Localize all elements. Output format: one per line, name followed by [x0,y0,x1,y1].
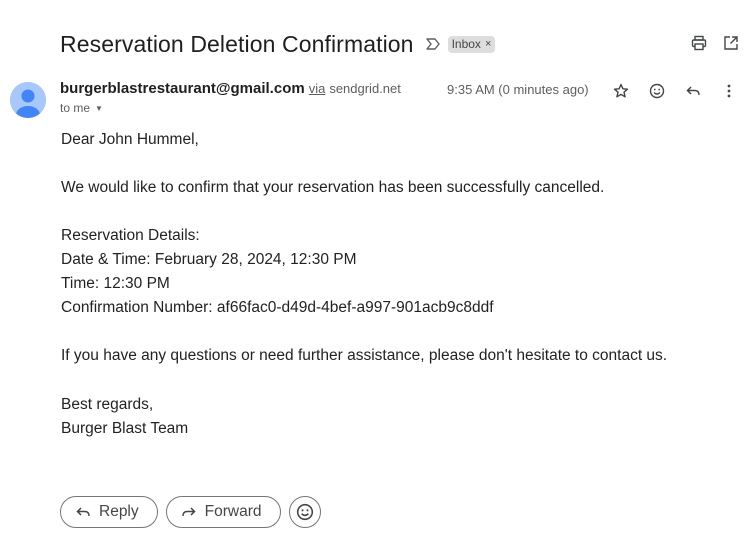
default-avatar-icon [10,82,46,118]
via-link[interactable]: via [309,81,326,96]
reply-button-label: Reply [99,503,139,520]
reply-button[interactable]: Reply [60,496,158,528]
print-icon[interactable] [690,34,708,52]
details-heading: Reservation Details: [61,227,200,244]
date-time-text: Date & Time: February 28, 2024, 12:30 PM [61,251,357,268]
star-icon[interactable] [612,82,630,100]
chevron-down-icon[interactable]: ▼ [95,104,103,113]
compose-actions: Reply Forward [60,496,321,528]
message-actions [612,82,738,100]
inbox-label-text: Inbox [451,36,481,51]
sender-row: burgerblastrestaurant@gmail.com via send… [60,80,401,97]
sender-email[interactable]: burgerblastrestaurant@gmail.com [60,80,305,97]
open-in-new-window-icon[interactable] [722,34,740,52]
inbox-label-chip[interactable]: Inbox × [447,35,496,53]
sender-avatar[interactable] [10,82,46,118]
remove-label-icon[interactable]: × [485,38,491,50]
reply-icon [76,507,90,517]
subject-row: Reservation Deletion Confirmation Inbox … [60,28,496,60]
thread-actions [690,34,740,52]
emoji-reaction-icon[interactable] [648,82,666,100]
recipient-row[interactable]: to me ▼ [60,101,103,115]
reply-icon[interactable] [684,82,702,100]
forward-icon [181,507,196,517]
confirmation-number-text: Confirmation Number: af66fac0-d49d-4bef-… [61,299,494,316]
emoji-reaction-button[interactable] [288,496,321,528]
closing-text: Best regards, [61,396,154,413]
message-timestamp: 9:35 AM (0 minutes ago) [447,82,589,97]
email-subject: Reservation Deletion Confirmation [60,30,414,57]
message-body: Dear John Hummel, We would like to confi… [61,128,667,441]
greeting-text: Dear John Hummel, [61,131,199,148]
important-marker-icon[interactable] [425,37,441,51]
signature-text: Burger Blast Team [61,420,189,437]
more-vert-icon[interactable] [720,82,738,100]
questions-text: If you have any questions or need furthe… [61,347,668,364]
emoji-reaction-icon [296,503,313,521]
recipient-label: to me [60,101,91,115]
forward-button-label: Forward [204,503,262,520]
forward-button[interactable]: Forward [165,496,281,528]
intro-text: We would like to confirm that your reser… [61,179,605,196]
via-domain: sendgrid.net [329,81,401,96]
time-text: Time: 12:30 PM [61,275,170,292]
